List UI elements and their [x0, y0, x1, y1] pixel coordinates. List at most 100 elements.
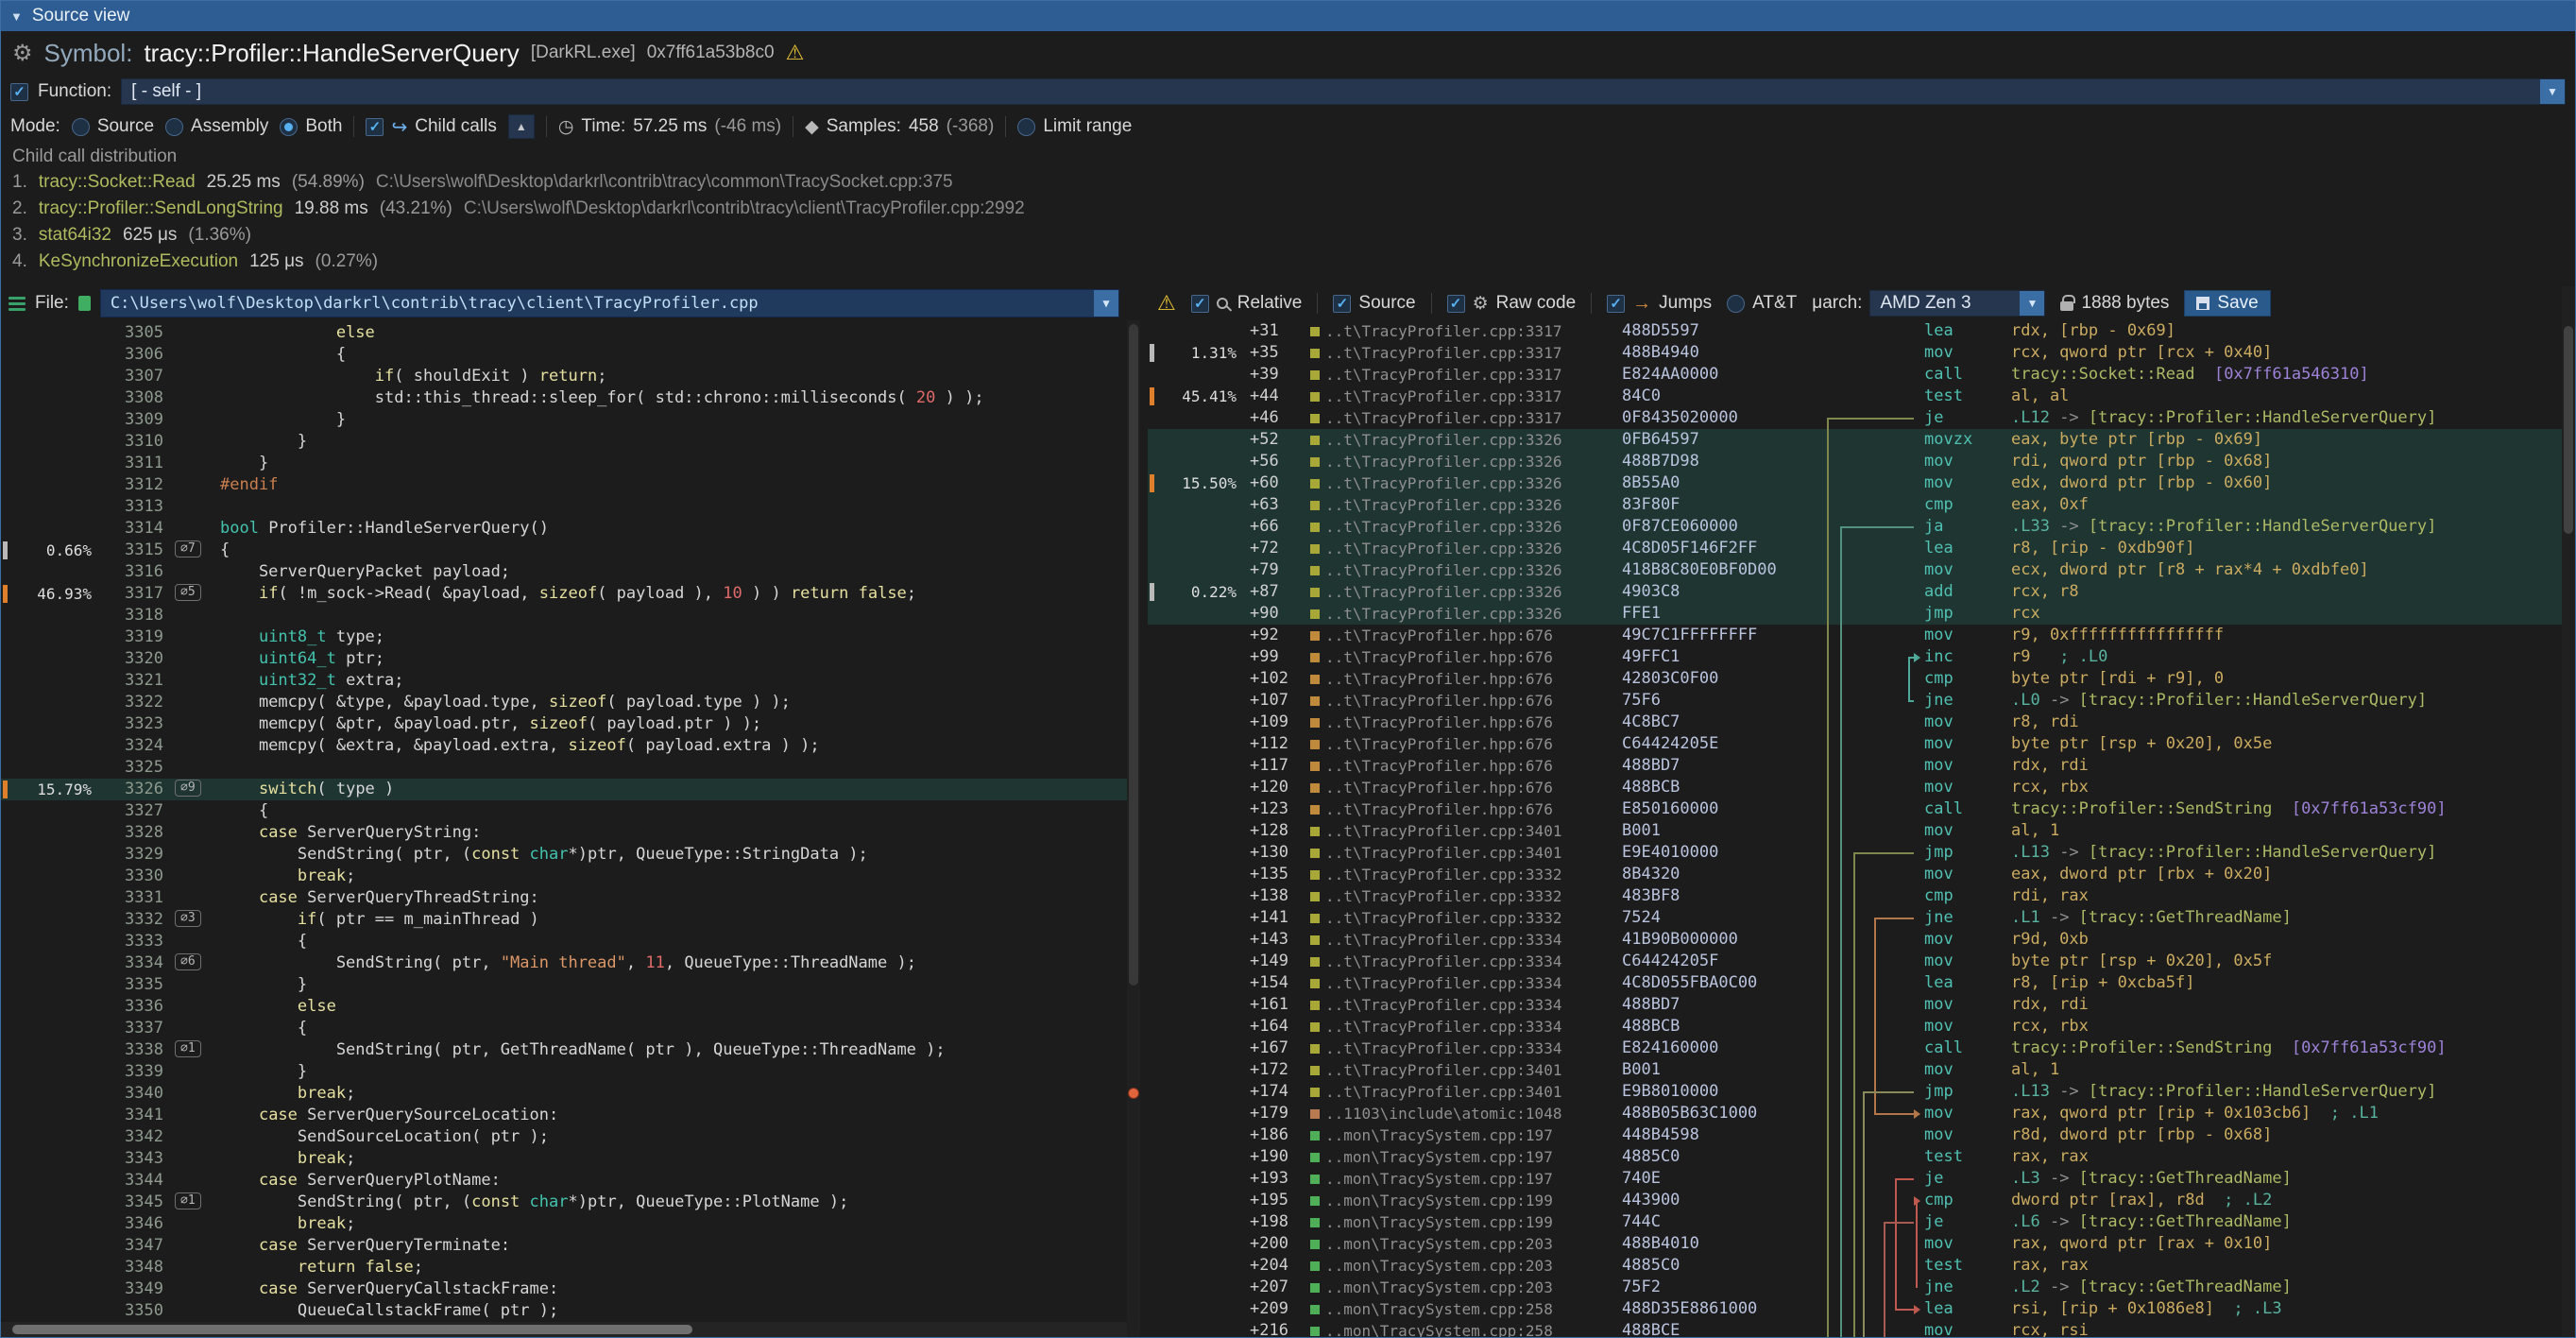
mode-radio-source[interactable]: Source [72, 116, 154, 137]
source-line[interactable]: 3349 case ServerQueryCallstackFrame: [1, 1278, 1127, 1300]
limit-range-checkbox[interactable] [1017, 118, 1035, 136]
chevron-down-icon[interactable]: ▼ [2020, 291, 2044, 316]
source-vertical-scrollbar[interactable] [1127, 320, 1140, 1337]
source-line[interactable]: 0.66%3315⌀7{ [1, 540, 1127, 561]
source-line[interactable]: 46.93%3317⌀5 if( !m_sock->Read( &payload… [1, 583, 1127, 605]
assembly-row[interactable]: +186..mon\TracySystem.cpp:197448B4598mov… [1148, 1124, 2562, 1146]
child-calls-toggle[interactable]: ✓ ↪ Child calls [366, 115, 496, 139]
assembly-row[interactable]: +66..t\TracyProfiler.cpp:33260F87CE06000… [1148, 516, 2562, 538]
assembly-row[interactable]: +63..t\TracyProfiler.cpp:332683F80Fcmpea… [1148, 494, 2562, 516]
source-line[interactable]: 3348 return false; [1, 1257, 1127, 1278]
source-line[interactable]: 3328 case ServerQueryString: [1, 822, 1127, 844]
assembly-row[interactable]: +107..t\TracyProfiler.hpp:67675F6jne.L0 … [1148, 690, 2562, 712]
source-line[interactable]: 3313 [1, 496, 1127, 518]
source-line[interactable]: 3319 uint8_t type; [1, 626, 1127, 648]
titlebar[interactable]: ▼ Source view [1, 1, 2575, 31]
assembly-row[interactable]: +46..t\TracyProfiler.cpp:33170F843502000… [1148, 407, 2562, 429]
collapse-icon[interactable]: ▼ [10, 9, 23, 24]
assembly-row[interactable]: +39..t\TracyProfiler.cpp:3317E824AA0000c… [1148, 364, 2562, 386]
assembly-row[interactable]: 45.41%+44..t\TracyProfiler.cpp:331784C0t… [1148, 386, 2562, 407]
assembly-row[interactable]: +209..mon\TracySystem.cpp:258488D35E8861… [1148, 1298, 2562, 1320]
assembly-row[interactable]: +56..t\TracyProfiler.cpp:3326488B7D98mov… [1148, 451, 2562, 472]
source-line[interactable]: 15.79%3326⌀9 switch( type ) [1, 779, 1127, 800]
source-line[interactable]: 3320 uint64_t ptr; [1, 648, 1127, 670]
source-horizontal-scrollbar[interactable] [1, 1322, 1127, 1337]
att-toggle[interactable]: AT&T [1727, 293, 1797, 314]
raw-code-toggle[interactable]: ✓ ⚙ Raw code [1447, 293, 1577, 315]
child-call-name[interactable]: KeSynchronizeExecution [39, 249, 238, 275]
assembly-row[interactable]: +204..mon\TracySystem.cpp:2034885C0testr… [1148, 1255, 2562, 1277]
source-line[interactable]: 3335 } [1, 974, 1127, 996]
source-line[interactable]: 3336 else [1, 996, 1127, 1018]
limit-range-toggle[interactable]: Limit range [1017, 116, 1132, 137]
source-line[interactable]: 3308 std::this_thread::sleep_for( std::c… [1, 387, 1127, 409]
child-call-name[interactable]: tracy::Profiler::SendLongString [39, 196, 283, 222]
assembly-row[interactable]: +109..t\TracyProfiler.hpp:6764C8BC7movr8… [1148, 712, 2562, 733]
function-select[interactable]: [ - self - ] ▼ [121, 78, 2566, 105]
assembly-row[interactable]: 0.22%+87..t\TracyProfiler.cpp:33264903C8… [1148, 581, 2562, 603]
assembly-row[interactable]: +190..mon\TracySystem.cpp:1974885C0testr… [1148, 1146, 2562, 1168]
assembly-row[interactable]: +167..t\TracyProfiler.cpp:3334E824160000… [1148, 1038, 2562, 1059]
source-checkbox[interactable]: ✓ [1333, 295, 1351, 313]
chevron-down-icon[interactable]: ▼ [2540, 79, 2565, 104]
raw-code-checkbox[interactable]: ✓ [1447, 295, 1465, 313]
source-line[interactable]: 3334⌀6 SendString( ptr, "Main thread", 1… [1, 952, 1127, 974]
source-line[interactable]: 3345⌀1 SendString( ptr, (const char*)ptr… [1, 1192, 1127, 1213]
jumps-toggle[interactable]: ✓ → Jumps [1607, 293, 1712, 315]
radio-icon[interactable] [280, 118, 298, 136]
source-line[interactable]: 3343 break; [1, 1148, 1127, 1170]
relative-toggle[interactable]: ✓ Relative [1191, 293, 1303, 314]
child-call-name[interactable]: tracy::Socket::Read [39, 169, 196, 196]
uarch-select[interactable]: AMD Zen 3 ▼ [1869, 290, 2045, 317]
source-line[interactable]: 3331 case ServerQueryThreadString: [1, 887, 1127, 909]
child-call-row[interactable]: 2. tracy::Profiler::SendLongString 19.88… [12, 196, 2564, 222]
source-line[interactable]: 3350 QueueCallstackFrame( ptr ); [1, 1300, 1127, 1322]
assembly-row[interactable]: +52..t\TracyProfiler.cpp:33260FB64597mov… [1148, 429, 2562, 451]
source-line[interactable]: 3341 case ServerQuerySourceLocation: [1, 1105, 1127, 1126]
file-select[interactable]: C:\Users\wolf\Desktop\darkrl\contrib\tra… [100, 289, 1119, 317]
source-line[interactable]: 3338⌀1 SendString( ptr, GetThreadName( p… [1, 1039, 1127, 1061]
source-line[interactable]: 3347 case ServerQueryTerminate: [1, 1235, 1127, 1257]
child-call-row[interactable]: 3. stat64i32 625 μs (1.36%) [12, 222, 2564, 249]
assembly-row[interactable]: +130..t\TracyProfiler.cpp:3401E9E4010000… [1148, 842, 2562, 864]
source-line[interactable]: 3314bool Profiler::HandleServerQuery() [1, 518, 1127, 540]
assembly-row[interactable]: +164..t\TracyProfiler.cpp:3334488BCBmovr… [1148, 1016, 2562, 1038]
source-line[interactable]: 3311 } [1, 453, 1127, 474]
scrollbar-thumb[interactable] [1129, 324, 1138, 986]
assembly-row[interactable]: +149..t\TracyProfiler.cpp:3334C64424205F… [1148, 951, 2562, 972]
assembly-row[interactable]: +179..1103\include\atomic:1048488B05B63C… [1148, 1103, 2562, 1124]
source-line[interactable]: 3312#endif [1, 474, 1127, 496]
source-line[interactable]: 3306 { [1, 344, 1127, 366]
assembly-row[interactable]: +128..t\TracyProfiler.cpp:3401B001moval,… [1148, 820, 2562, 842]
assembly-row[interactable]: +141..t\TracyProfiler.cpp:33327524jne.L1… [1148, 907, 2562, 929]
source-line[interactable]: 3346 break; [1, 1213, 1127, 1235]
source-line[interactable]: 3310 } [1, 431, 1127, 453]
assembly-row[interactable]: +92..t\TracyProfiler.hpp:67649C7C1FFFFFF… [1148, 625, 2562, 646]
assembly-vertical-scrollbar[interactable] [2562, 286, 2575, 1337]
assembly-row[interactable]: +193..mon\TracySystem.cpp:197740Eje.L3 -… [1148, 1168, 2562, 1190]
assembly-row[interactable]: 15.50%+60..t\TracyProfiler.cpp:33268B55A… [1148, 472, 2562, 494]
propagate-up-button[interactable]: ▲ [508, 114, 535, 139]
function-checkbox[interactable]: ✓ [10, 83, 28, 101]
assembly-row[interactable]: +117..t\TracyProfiler.hpp:676488BD7movrd… [1148, 755, 2562, 777]
source-line[interactable]: 3329 SendString( ptr, (const char*)ptr, … [1, 844, 1127, 866]
source-line[interactable]: 3327 { [1, 800, 1127, 822]
source-toggle[interactable]: ✓ Source [1333, 293, 1415, 314]
source-line[interactable]: 3324 memcpy( &extra, &payload.extra, siz… [1, 735, 1127, 757]
source-line[interactable]: 3337 { [1, 1018, 1127, 1039]
assembly-row[interactable]: +138..t\TracyProfiler.cpp:3332483BF8cmpr… [1148, 885, 2562, 907]
scrollbar-thumb[interactable] [2564, 326, 2573, 534]
child-call-name[interactable]: stat64i32 [39, 222, 111, 249]
chevron-down-icon[interactable]: ▼ [1094, 290, 1118, 317]
assembly-row[interactable]: +90..t\TracyProfiler.cpp:3326FFE1jmprcx [1148, 603, 2562, 625]
scrollbar-thumb[interactable] [12, 1325, 692, 1334]
assembly-row[interactable]: +200..mon\TracySystem.cpp:203488B4010mov… [1148, 1233, 2562, 1255]
assembly-row[interactable]: +172..t\TracyProfiler.cpp:3401B001moval,… [1148, 1059, 2562, 1081]
source-line[interactable]: 3333 { [1, 931, 1127, 952]
assembly-row[interactable]: +123..t\TracyProfiler.hpp:676E850160000c… [1148, 798, 2562, 820]
source-line[interactable]: 3340 break; [1, 1083, 1127, 1105]
source-line[interactable]: 3316 ServerQueryPacket payload; [1, 561, 1127, 583]
source-line[interactable]: 3307 if( shouldExit ) return; [1, 366, 1127, 387]
child-calls-checkbox[interactable]: ✓ [366, 118, 384, 136]
assembly-row[interactable]: +31..t\TracyProfiler.cpp:3317488D5597lea… [1148, 320, 2562, 342]
